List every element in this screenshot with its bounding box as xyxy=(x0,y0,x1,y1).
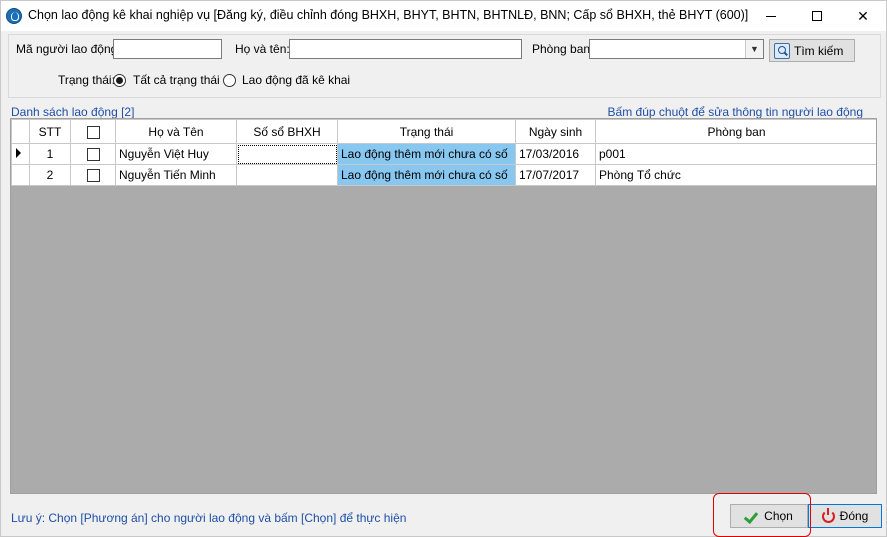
employee-code-label: Mã người lao động: xyxy=(16,42,121,56)
window-title: Chọn lao động kê khai nghiệp vụ [Đăng ký… xyxy=(28,8,749,22)
row-checkbox[interactable] xyxy=(86,169,100,183)
footer-note: Lưu ý: Chọn [Phương án] cho người lao độ… xyxy=(11,511,407,525)
cell-name[interactable]: Nguyễn Việt Huy xyxy=(115,143,237,165)
cell-name[interactable]: Nguyễn Tiến Minh xyxy=(115,164,237,186)
row-header-corner xyxy=(11,119,30,144)
app-logo-icon xyxy=(6,8,22,24)
search-icon xyxy=(774,42,790,59)
cell-dob[interactable]: 17/07/2017 xyxy=(515,164,596,186)
status-all-label[interactable]: Tất cả trạng thái xyxy=(133,73,220,87)
checkmark-icon xyxy=(745,509,759,523)
close-icon: ✕ xyxy=(857,7,869,24)
close-window-button[interactable]: ✕ xyxy=(840,1,886,31)
cell-status[interactable]: Lao động thêm mới chưa có số xyxy=(337,164,516,186)
status-all-radio[interactable] xyxy=(113,74,126,87)
cell-bhxh[interactable] xyxy=(236,143,338,165)
edit-hint: Bấm đúp chuột để sửa thông tin người lao… xyxy=(607,105,863,119)
cell-select[interactable] xyxy=(70,143,116,165)
select-all-checkbox[interactable] xyxy=(86,125,100,139)
column-header-bhxh[interactable]: Số sổ BHXH xyxy=(236,119,338,144)
cell-department[interactable]: Phòng Tổ chức xyxy=(595,164,876,186)
close-button[interactable]: Đóng xyxy=(808,504,882,528)
employee-table: STT Họ và Tên Số sổ BHXH Trạng thái Ngày… xyxy=(11,119,876,186)
cell-status[interactable]: Lao động thêm mới chưa có số xyxy=(337,143,516,165)
power-icon xyxy=(821,507,835,523)
cell-bhxh[interactable] xyxy=(236,164,338,186)
cell-stt: 2 xyxy=(29,164,71,186)
minimize-icon xyxy=(766,15,776,17)
department-select[interactable]: ▼ xyxy=(589,39,764,59)
row-selector[interactable] xyxy=(11,164,30,186)
column-header-select-all[interactable] xyxy=(70,119,116,144)
table-header-row: STT Họ và Tên Số sổ BHXH Trạng thái Ngày… xyxy=(11,119,876,144)
employee-code-input[interactable] xyxy=(113,39,222,59)
cell-stt: 1 xyxy=(29,143,71,165)
select-button-label: Chọn xyxy=(764,509,793,523)
department-label: Phòng ban: xyxy=(532,42,594,56)
row-selector[interactable] xyxy=(11,143,30,165)
cell-dob[interactable]: 17/03/2016 xyxy=(515,143,596,165)
cell-department[interactable]: p001 xyxy=(595,143,876,165)
full-name-input[interactable] xyxy=(289,39,522,59)
employee-grid[interactable]: STT Họ và Tên Số sổ BHXH Trạng thái Ngày… xyxy=(10,118,877,494)
column-header-name[interactable]: Họ và Tên xyxy=(115,119,237,144)
column-header-status[interactable]: Trạng thái xyxy=(337,119,516,144)
chevron-down-icon[interactable]: ▼ xyxy=(745,40,763,58)
close-button-label: Đóng xyxy=(839,509,869,523)
search-button[interactable]: Tìm kiếm xyxy=(769,39,855,62)
full-name-label: Họ và tên: xyxy=(235,42,290,56)
dialog-window: Chọn lao động kê khai nghiệp vụ [Đăng ký… xyxy=(0,0,887,537)
status-label: Trạng thái: xyxy=(58,73,115,87)
column-header-stt[interactable]: STT xyxy=(29,119,71,144)
table-row[interactable]: 2 Nguyễn Tiến Minh Lao động thêm mới chư… xyxy=(11,164,876,186)
table-row[interactable]: 1 Nguyễn Việt Huy Lao động thêm mới chưa… xyxy=(11,143,876,165)
title-bar: Chọn lao động kê khai nghiệp vụ [Đăng ký… xyxy=(1,1,886,31)
cell-select[interactable] xyxy=(70,164,116,186)
maximize-button[interactable] xyxy=(794,1,840,31)
filter-panel: Mã người lao động: Họ và tên: Phòng ban:… xyxy=(8,34,881,98)
current-row-pointer-icon xyxy=(16,148,21,158)
employee-list-title: Danh sách lao động [2] xyxy=(11,105,135,119)
status-declared-label[interactable]: Lao động đã kê khai xyxy=(242,73,350,87)
status-declared-radio[interactable] xyxy=(223,74,236,87)
minimize-button[interactable] xyxy=(748,1,794,31)
column-header-department[interactable]: Phòng ban xyxy=(595,119,876,144)
search-button-label: Tìm kiếm xyxy=(794,43,844,58)
maximize-icon xyxy=(812,11,822,21)
row-checkbox[interactable] xyxy=(86,148,100,162)
column-header-dob[interactable]: Ngày sinh xyxy=(515,119,596,144)
select-button[interactable]: Chọn xyxy=(730,504,808,528)
